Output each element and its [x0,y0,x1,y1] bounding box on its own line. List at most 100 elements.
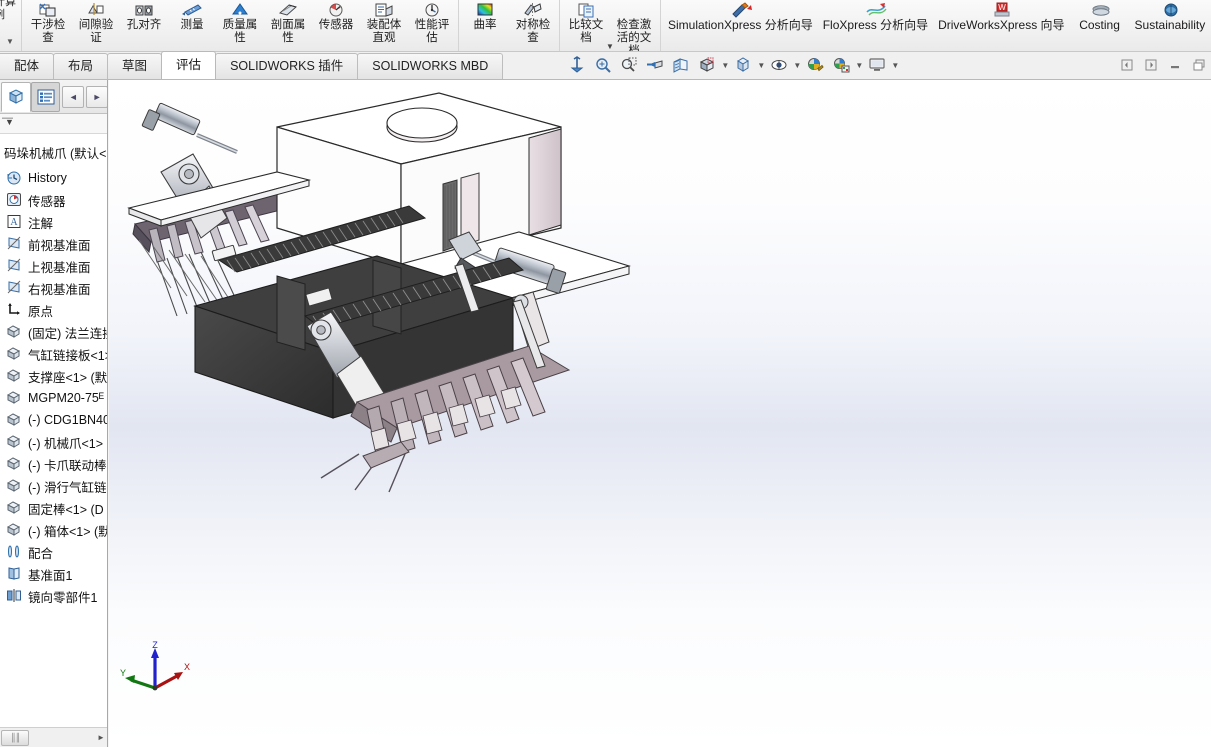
tree-horizontal-scrollbar[interactable]: ║║ ► [0,727,108,747]
ribbon-label-floxpress: FloXpress 分析向导 [823,19,928,32]
ribbon-button-performance-evaluation[interactable]: 性能评估 [408,0,456,45]
ribbon-button-simulationxpress[interactable]: SimulationXpress 分析向导 [663,0,818,32]
property-manager-tab[interactable] [31,82,61,112]
ribbon-button-hole-alignment[interactable]: 孔对齐 [120,0,168,32]
graphics-area[interactable]: Z Y X [109,80,1211,747]
ribbon-button-measure[interactable]: 测量 [168,0,216,32]
design-tree-scroll-region[interactable]: 码垛机械爪 (默认< History传感器A注解前视基准面上视基准面右视基准面原… [0,134,108,720]
tree-item-label: (-) 机械爪<1> [28,433,103,452]
tree-item[interactable]: (-) 卡爪联动棒 [2,453,108,475]
tree-nav-back[interactable]: ◄ [62,86,84,108]
zoom-to-fit-icon[interactable] [564,53,590,77]
zoom-to-area-icon[interactable] [590,53,616,77]
tree-item[interactable]: (-) CDG1BN40 [2,409,108,431]
tree-item[interactable]: A注解 [2,211,108,233]
view-orientation-dropdown-caret-icon[interactable]: ▼ [720,61,730,70]
display-style-icon[interactable] [730,53,756,77]
section-view-icon[interactable] [668,53,694,77]
tree-item[interactable]: (-) 机械爪<1> [2,431,108,453]
restore-right-button[interactable] [1141,55,1161,75]
component-icon [6,522,24,538]
tree-item-label: 前视基准面 [28,235,91,254]
component-icon [6,346,24,362]
tree-item[interactable]: 配合 [2,541,108,563]
design-tree-root-item[interactable]: 码垛机械爪 (默认< [2,140,108,167]
apply-scene-icon[interactable] [828,53,854,77]
ribbon-button-symmetry-check[interactable]: 对称检查 [509,0,557,45]
view-settings-icon[interactable] [864,53,890,77]
scrollbar-thumb[interactable]: ║║ [1,730,29,746]
ribbon-button-sustainability[interactable]: Sustainability [1130,0,1211,32]
triad-x-label: X [184,662,190,672]
ribbon-button-assembly-visualization[interactable]: 装配体直观 [360,0,408,45]
tree-item[interactable]: 右视基准面 [2,277,108,299]
ribbon-button-driveworksxpress[interactable]: W DriveWorksXpress 向导 [933,0,1069,32]
feature-manager-expand-caret-icon[interactable]: ▼ [5,117,14,127]
ribbon-label-performance-evaluation: 性能评估 [410,19,454,45]
previous-view-icon[interactable] [642,53,668,77]
ribbon-button-mass-properties[interactable]: 质量属性 [216,0,264,45]
apply-scene-dropdown-caret-icon[interactable]: ▼ [854,61,864,70]
tree-item[interactable]: (-) 箱体<1> (默 [2,519,108,541]
feature-manager-design-tree-tab[interactable] [1,82,31,112]
ribbon-button-sensor[interactable]: 传感器 [312,0,360,32]
scrollbar-track[interactable] [29,729,94,747]
tree-item[interactable]: 基准面1 [2,563,108,585]
hide-show-items-icon[interactable] [766,53,792,77]
view-settings-dropdown-caret-icon[interactable]: ▼ [890,61,900,70]
ribbon-group-expand-caret-icon[interactable]: ▼ [606,43,614,51]
tab-solidworks-mbd[interactable]: SOLIDWORKS MBD [357,53,503,79]
ribbon-button-costing[interactable]: Costing [1070,0,1130,32]
tree-item[interactable]: MGPM20-75ᴱ [2,387,108,409]
tree-nav-forward[interactable]: ► [86,86,108,108]
tree-item[interactable]: 传感器 [2,189,108,211]
curvature-icon [474,1,496,19]
feature-manager-panel: ◄ ► — ▼ 码垛机械爪 (默认< History传感器A注解前视基准面上视基… [0,80,108,747]
tree-item-label: 气缸链接板<1> [28,345,108,364]
tab-solidworks-addins[interactable]: SOLIDWORKS 插件 [215,53,358,79]
front-plane-icon [6,236,24,252]
hide-show-items-dropdown-caret-icon[interactable]: ▼ [792,61,802,70]
symmetry-check-icon [522,1,544,19]
restore-left-button[interactable] [1117,55,1137,75]
tree-item[interactable]: 原点 [2,299,108,321]
restore-down-button[interactable] [1189,55,1209,75]
ribbon-button-compare-documents[interactable]: 比较文档 [562,0,610,45]
ribbon-button-clearance-verification[interactable]: 间隙验证 [72,0,120,45]
tree-item[interactable]: 上视基准面 [2,255,108,277]
ribbon-clipped-group[interactable]: 计算 例 ▼ [0,0,22,52]
feature-manager-tabs: ◄ ► [0,80,108,114]
feature-manager-filter-bar: — ▼ [0,114,108,134]
ribbon-button-section-properties[interactable]: 剖面属性 [264,0,312,45]
component-icon [6,412,24,428]
ribbon-button-curvature[interactable]: 曲率 [461,0,509,32]
zoom-window-icon[interactable] [616,53,642,77]
ribbon-button-check-active-documents[interactable]: 检查激活的文档 [610,0,658,52]
command-manager-tabstrip: 配体 布局 草图 评估 SOLIDWORKS 插件 SOLIDWORKS MBD [0,52,1211,80]
document-window-controls [1117,55,1209,75]
scrollbar-right-arrow-icon[interactable]: ► [94,733,108,742]
tree-item[interactable]: 前视基准面 [2,233,108,255]
edit-appearance-icon[interactable] [802,53,828,77]
sustainability-icon [1159,1,1181,19]
ribbon-button-floxpress[interactable]: FloXpress 分析向导 [818,0,933,32]
display-style-dropdown-caret-icon[interactable]: ▼ [756,61,766,70]
tab-assembly[interactable]: 配体 [0,53,54,79]
tree-item[interactable]: (-) 滑行气缸链 [2,475,108,497]
ribbon-button-interference-detection[interactable]: 干涉检查 [24,0,72,45]
ribbon-group-evaluate-tools: 干涉检查 间隙验证 [22,0,458,52]
view-orientation-icon[interactable] [694,53,720,77]
tree-item[interactable]: 支撑座<1> (默 [2,365,108,387]
ribbon-label-assembly-visualization: 装配体直观 [362,19,406,45]
tab-layout[interactable]: 布局 [53,53,108,79]
minimize-button[interactable] [1165,55,1185,75]
tab-evaluate[interactable]: 评估 [161,51,216,79]
tree-item[interactable]: 固定棒<1> (D [2,497,108,519]
tree-item[interactable]: History [2,167,108,189]
tree-item[interactable]: 气缸链接板<1> [2,343,108,365]
tree-item[interactable]: (固定) 法兰连接 [2,321,108,343]
tab-sketch[interactable]: 草图 [107,53,162,79]
tree-item[interactable]: 镜向零部件1 [2,585,108,607]
hole-alignment-icon [133,1,155,19]
ribbon-clipped-caret-icon[interactable]: ▼ [6,37,14,46]
